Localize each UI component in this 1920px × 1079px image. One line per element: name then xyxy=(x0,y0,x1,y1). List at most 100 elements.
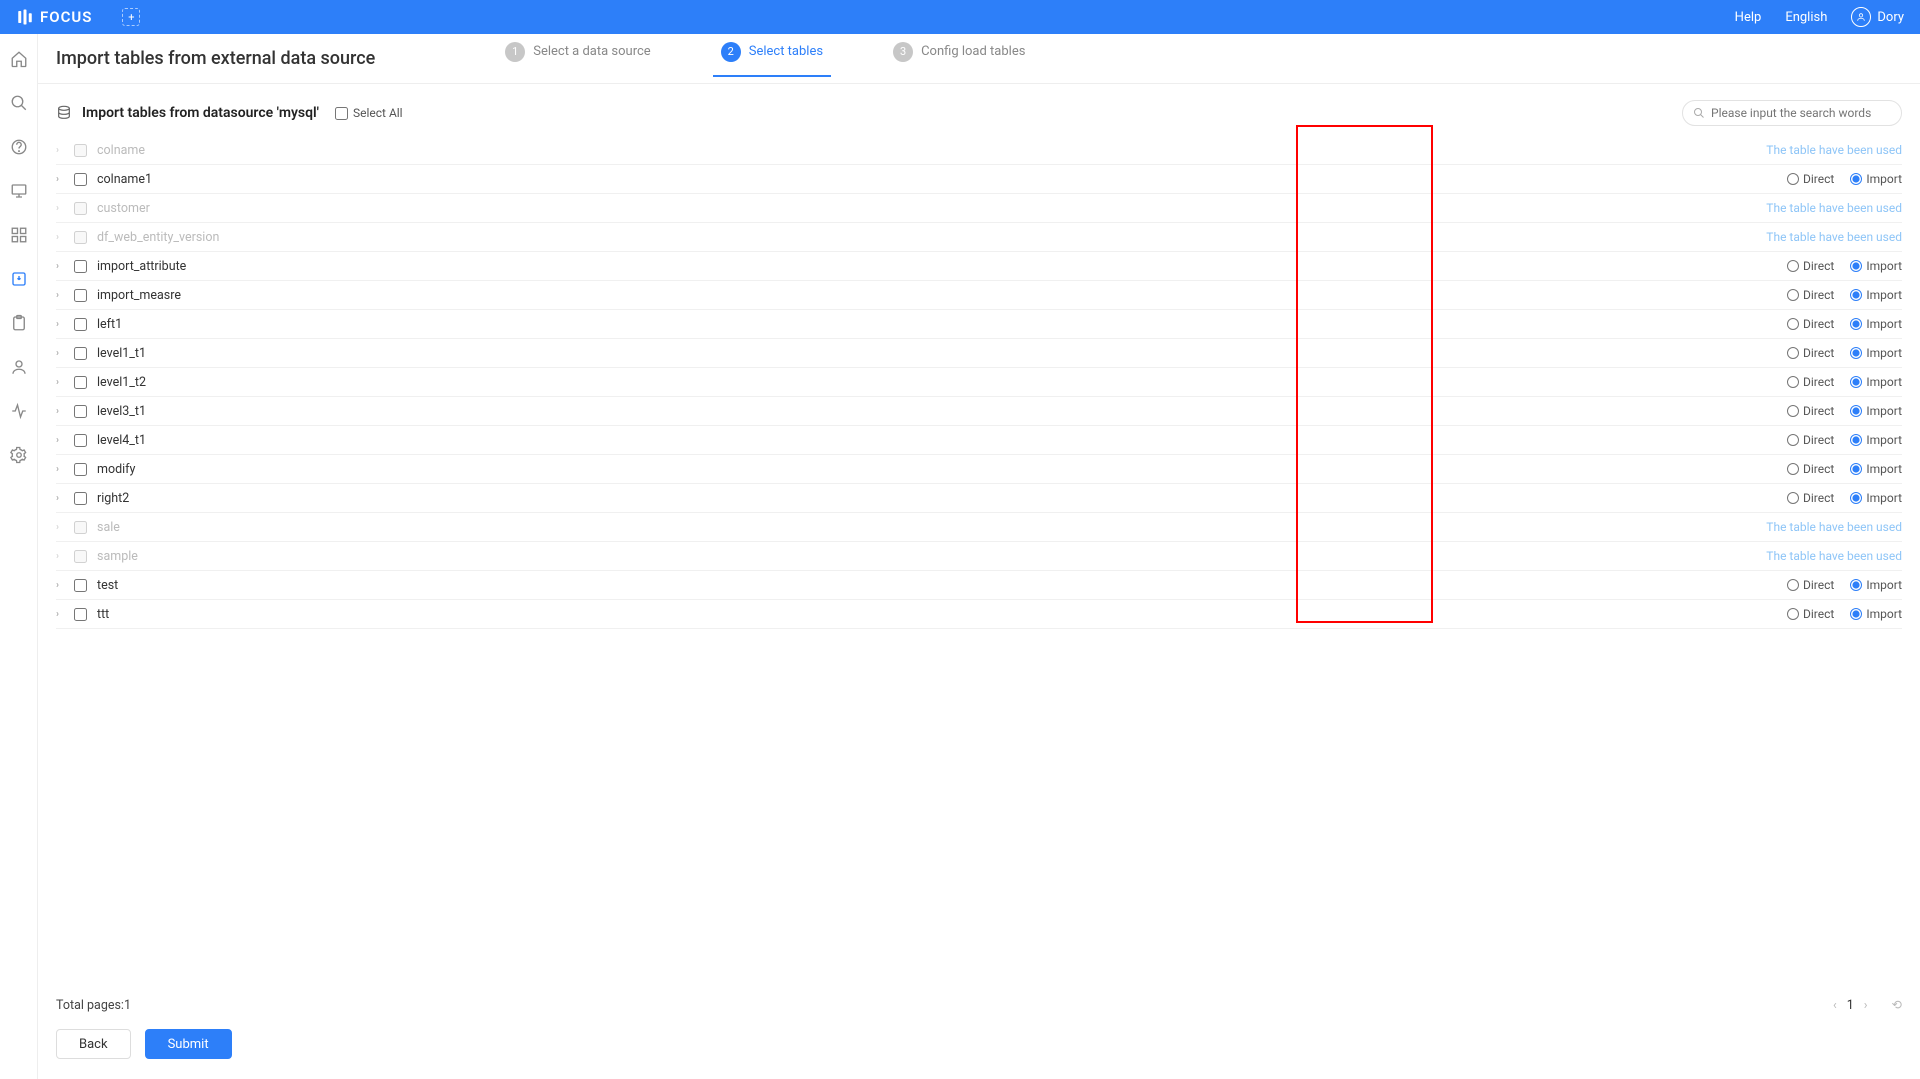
chevron-right-icon[interactable]: › xyxy=(56,261,68,272)
chevron-right-icon[interactable]: › xyxy=(56,464,68,475)
chevron-right-icon[interactable]: › xyxy=(56,377,68,388)
step-1[interactable]: 1Select a data source xyxy=(505,42,650,76)
pager-refresh[interactable]: ⟲ xyxy=(1892,997,1902,1013)
grid-icon[interactable] xyxy=(10,226,28,244)
row-checkbox[interactable] xyxy=(74,376,87,389)
import-radio[interactable]: Import xyxy=(1850,491,1902,505)
import-radio[interactable]: Import xyxy=(1850,462,1902,476)
direct-radio[interactable]: Direct xyxy=(1787,491,1834,505)
add-button[interactable]: + xyxy=(122,8,140,26)
direct-radio[interactable]: Direct xyxy=(1787,433,1834,447)
page-title: Import tables from external data source xyxy=(56,48,375,69)
direct-radio[interactable]: Direct xyxy=(1787,607,1834,621)
help-link[interactable]: Help xyxy=(1735,10,1762,25)
back-button[interactable]: Back xyxy=(56,1029,131,1059)
table-name: sample xyxy=(97,549,138,564)
import-radio[interactable]: Import xyxy=(1850,288,1902,302)
clipboard-icon[interactable] xyxy=(10,314,28,332)
table-row: › level4_t1 Direct Import xyxy=(56,426,1902,455)
import-radio[interactable]: Import xyxy=(1850,607,1902,621)
row-checkbox[interactable] xyxy=(74,173,87,186)
used-label: The table have been used xyxy=(1766,230,1902,244)
activity-icon[interactable] xyxy=(10,402,28,420)
step-2[interactable]: 2Select tables xyxy=(721,42,823,76)
direct-radio[interactable]: Direct xyxy=(1787,404,1834,418)
home-icon[interactable] xyxy=(10,50,28,68)
chevron-right-icon[interactable]: › xyxy=(56,174,68,185)
row-checkbox[interactable] xyxy=(74,289,87,302)
row-checkbox[interactable] xyxy=(74,347,87,360)
select-all[interactable]: Select All xyxy=(335,106,403,120)
table-row: › sale The table have been used xyxy=(56,513,1902,542)
direct-radio[interactable]: Direct xyxy=(1787,346,1834,360)
import-radio[interactable]: Import xyxy=(1850,346,1902,360)
row-checkbox[interactable] xyxy=(74,608,87,621)
search-box[interactable] xyxy=(1682,100,1902,126)
search-input[interactable] xyxy=(1711,106,1891,120)
chevron-right-icon[interactable]: › xyxy=(56,145,68,156)
direct-radio[interactable]: Direct xyxy=(1787,259,1834,273)
chevron-right-icon[interactable]: › xyxy=(56,522,68,533)
import-radio[interactable]: Import xyxy=(1850,578,1902,592)
row-checkbox[interactable] xyxy=(74,405,87,418)
monitor-icon[interactable] xyxy=(10,182,28,200)
language-selector[interactable]: English xyxy=(1785,10,1827,25)
table-row: › customerThe table have been used xyxy=(56,194,1902,223)
select-all-checkbox[interactable] xyxy=(335,107,348,120)
chevron-right-icon[interactable]: › xyxy=(56,609,68,620)
table-name: sale xyxy=(97,520,120,535)
chevron-right-icon[interactable]: › xyxy=(56,493,68,504)
import-radio[interactable]: Import xyxy=(1850,375,1902,389)
table-row: › level1_t2 Direct Import xyxy=(56,368,1902,397)
table-row: › import_measre Direct Import xyxy=(56,281,1902,310)
chevron-right-icon[interactable]: › xyxy=(56,319,68,330)
table-row: › left1 Direct Import xyxy=(56,310,1902,339)
pager: ‹ 1 › ⟲ xyxy=(1833,997,1902,1013)
import-radio[interactable]: Import xyxy=(1850,172,1902,186)
pager-next[interactable]: › xyxy=(1864,998,1868,1013)
table-row: › modify Direct Import xyxy=(56,455,1902,484)
row-checkbox[interactable] xyxy=(74,434,87,447)
pager-prev[interactable]: ‹ xyxy=(1833,998,1837,1013)
table-list: › colnameThe table have been used› colna… xyxy=(38,136,1920,987)
chevron-right-icon[interactable]: › xyxy=(56,406,68,417)
chevron-right-icon[interactable]: › xyxy=(56,290,68,301)
used-label: The table have been used xyxy=(1766,520,1902,534)
row-checkbox xyxy=(74,231,87,244)
import-radio[interactable]: Import xyxy=(1850,317,1902,331)
step-3[interactable]: 3Config load tables xyxy=(893,42,1025,76)
help-icon[interactable] xyxy=(10,138,28,156)
settings-icon[interactable] xyxy=(10,446,28,464)
search-input-icon xyxy=(1693,107,1705,119)
used-label: The table have been used xyxy=(1766,143,1902,157)
user-nav-icon[interactable] xyxy=(10,358,28,376)
chevron-right-icon[interactable]: › xyxy=(56,203,68,214)
row-checkbox[interactable] xyxy=(74,579,87,592)
row-checkbox[interactable] xyxy=(74,318,87,331)
row-checkbox[interactable] xyxy=(74,492,87,505)
table-row: › import_attribute Direct Import xyxy=(56,252,1902,281)
table-name: level4_t1 xyxy=(97,433,146,448)
direct-radio[interactable]: Direct xyxy=(1787,288,1834,302)
chevron-right-icon[interactable]: › xyxy=(56,435,68,446)
search-icon[interactable] xyxy=(10,94,28,112)
direct-radio[interactable]: Direct xyxy=(1787,172,1834,186)
chevron-right-icon[interactable]: › xyxy=(56,551,68,562)
logo-icon xyxy=(16,8,34,26)
row-checkbox[interactable] xyxy=(74,463,87,476)
direct-radio[interactable]: Direct xyxy=(1787,375,1834,389)
row-checkbox[interactable] xyxy=(74,260,87,273)
user-menu[interactable]: Dory xyxy=(1851,7,1904,27)
submit-button[interactable]: Submit xyxy=(145,1029,232,1059)
import-icon[interactable] xyxy=(10,270,28,288)
direct-radio[interactable]: Direct xyxy=(1787,462,1834,476)
chevron-right-icon[interactable]: › xyxy=(56,580,68,591)
direct-radio[interactable]: Direct xyxy=(1787,317,1834,331)
table-row: › sampleThe table have been used xyxy=(56,542,1902,571)
direct-radio[interactable]: Direct xyxy=(1787,578,1834,592)
import-radio[interactable]: Import xyxy=(1850,404,1902,418)
chevron-right-icon[interactable]: › xyxy=(56,232,68,243)
import-radio[interactable]: Import xyxy=(1850,433,1902,447)
chevron-right-icon[interactable]: › xyxy=(56,348,68,359)
import-radio[interactable]: Import xyxy=(1850,259,1902,273)
